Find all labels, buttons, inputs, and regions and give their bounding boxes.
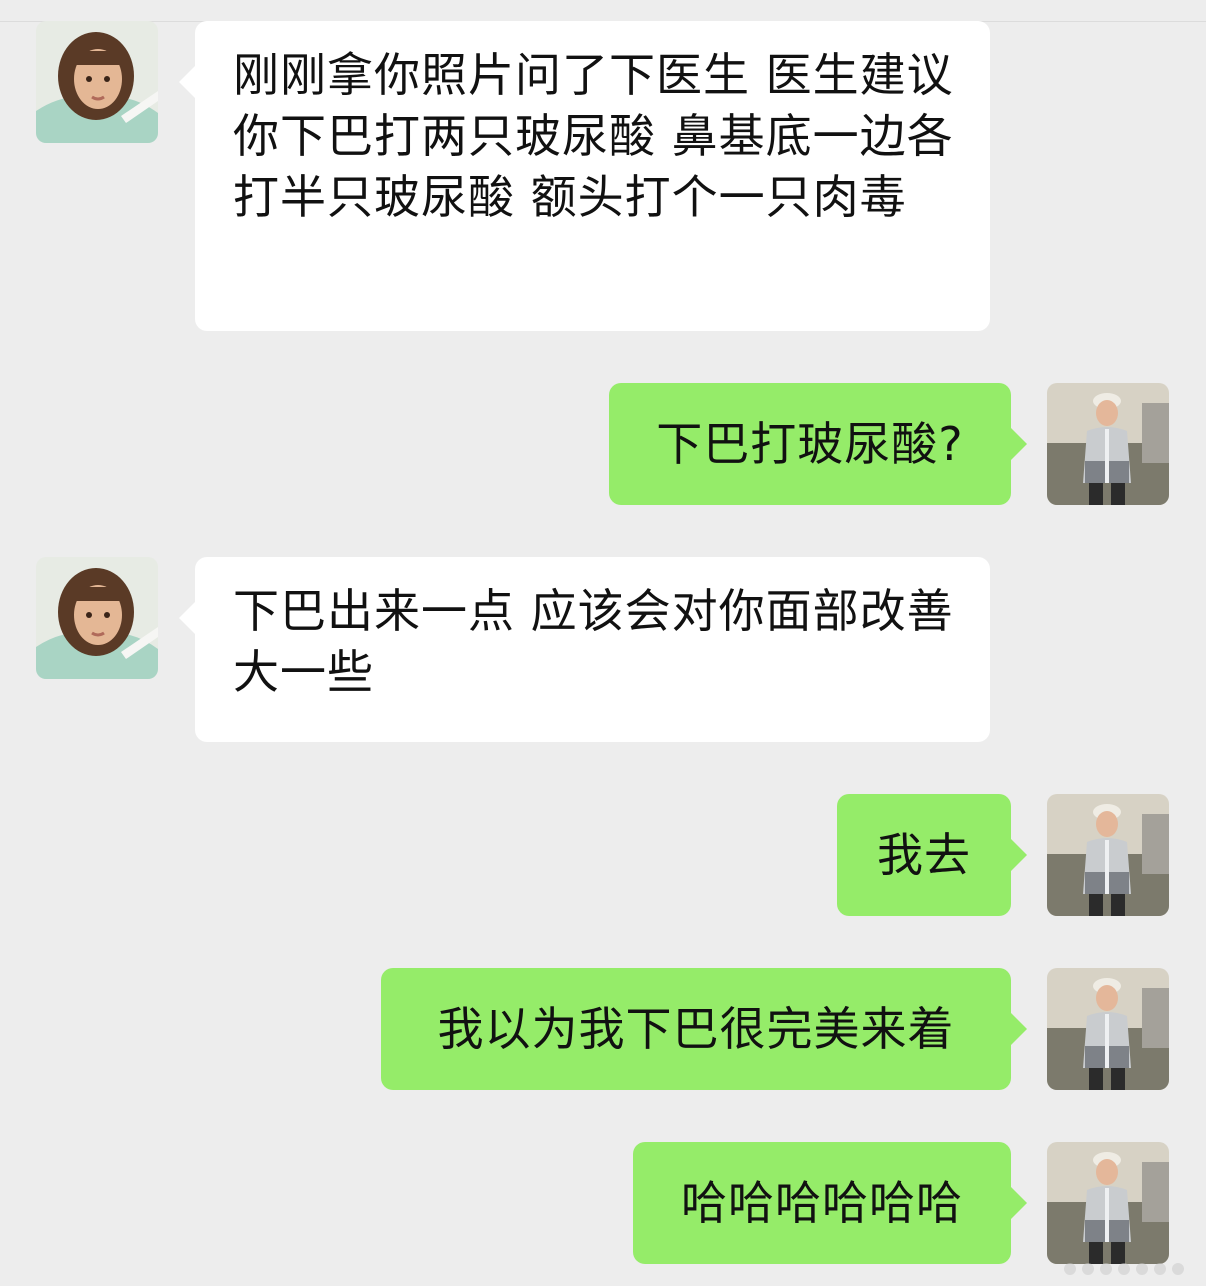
message-bubble-outgoing[interactable]: 哈哈哈哈哈哈 — [633, 1142, 1027, 1264]
message-text: 刚刚拿你照片问了下医生 医生建议你下巴打两只玻尿酸 鼻基底一边各打半只玻尿酸 额… — [233, 48, 954, 224]
message-text: 哈哈哈哈哈哈 — [681, 1175, 963, 1230]
boy-avatar-icon — [1047, 1142, 1169, 1264]
message-text: 下巴打玻尿酸? — [656, 416, 964, 471]
contact-avatar[interactable] — [36, 21, 158, 143]
self-avatar[interactable] — [1047, 383, 1169, 505]
message-text: 下巴出来一点 应该会对你面部改善大一些 — [233, 584, 954, 699]
self-avatar[interactable] — [1047, 794, 1169, 916]
message-bubble-outgoing[interactable]: 下巴打玻尿酸? — [609, 383, 1027, 505]
message-bubble-outgoing[interactable]: 我以为我下巴很完美来着 — [381, 968, 1027, 1090]
message-text: 我以为我下巴很完美来着 — [437, 1001, 955, 1056]
self-avatar[interactable] — [1047, 968, 1169, 1090]
watermark — [1064, 1262, 1194, 1276]
boy-avatar-icon — [1047, 383, 1169, 505]
self-avatar[interactable] — [1047, 1142, 1169, 1264]
contact-avatar[interactable] — [36, 557, 158, 679]
boy-avatar-icon — [1047, 794, 1169, 916]
message-bubble-outgoing[interactable]: 我去 — [837, 794, 1027, 916]
boy-avatar-icon — [1047, 968, 1169, 1090]
girl-avatar-icon — [36, 557, 158, 679]
girl-avatar-icon — [36, 21, 158, 143]
message-bubble-incoming[interactable]: 刚刚拿你照片问了下医生 医生建议你下巴打两只玻尿酸 鼻基底一边各打半只玻尿酸 额… — [179, 21, 990, 331]
message-text: 我去 — [877, 827, 971, 882]
message-bubble-incoming[interactable]: 下巴出来一点 应该会对你面部改善大一些 — [179, 557, 990, 742]
